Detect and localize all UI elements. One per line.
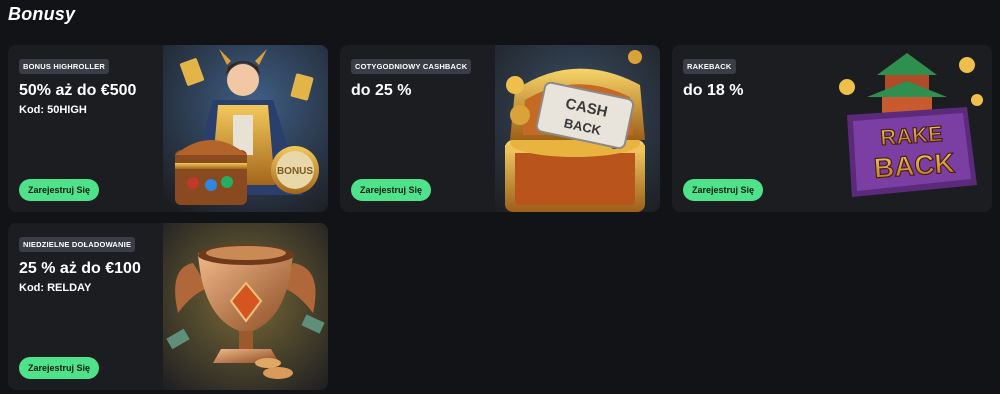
page-title: Bonusy — [8, 4, 76, 24]
bonus-badge: NIEDZIELNE DOŁADOWANIE — [19, 237, 136, 252]
bonus-card-weekly-cashback[interactable]: COTYGODNIOWY CASHBACK do 25 % CASH BACK … — [340, 45, 660, 212]
bonus-code: Kod: 50HIGH — [19, 104, 87, 116]
bonus-offer: 50% aż do €500 — [19, 82, 137, 99]
rake-logo-text: RAKE — [880, 121, 944, 150]
bonus-card-highroller[interactable]: BONUS HIGHROLLER 50% aż do €500 Kod: 50H… — [8, 45, 328, 212]
bonus-coin-text: BONUS — [277, 166, 313, 177]
bonus-code: Kod: RELDAY — [19, 282, 92, 294]
bonus-offer: do 18 % — [683, 82, 744, 99]
rakeback-temple-logo-icon: RAKE BACK — [827, 45, 992, 212]
bonus-badge: RAKEBACK — [683, 59, 736, 74]
bonus-card-sunday-reload[interactable]: NIEDZIELNE DOŁADOWANIE 25 % aż do €100 K… — [8, 223, 328, 390]
back-logo-text: BACK — [873, 147, 956, 184]
golden-trophy-with-coins-icon — [163, 223, 328, 390]
register-button[interactable]: Zarejestruj Się — [19, 179, 100, 201]
register-button[interactable]: Zarejestruj Się — [683, 179, 764, 201]
bonus-badge: COTYGODNIOWY CASHBACK — [351, 59, 472, 74]
register-button[interactable]: Zarejestruj Się — [351, 179, 432, 201]
hero-with-treasure-chest-icon: BONUS — [163, 45, 328, 212]
bonus-badge: BONUS HIGHROLLER — [19, 59, 109, 74]
bonus-offer: 25 % aż do €100 — [19, 260, 141, 277]
cashback-treasure-chest-icon: CASH BACK — [495, 45, 660, 212]
bonus-offer: do 25 % — [351, 82, 412, 99]
register-button[interactable]: Zarejestruj Się — [19, 357, 100, 379]
bonus-card-rakeback[interactable]: RAKEBACK do 18 % RAKE BACK Zarejestruj S… — [672, 45, 992, 212]
